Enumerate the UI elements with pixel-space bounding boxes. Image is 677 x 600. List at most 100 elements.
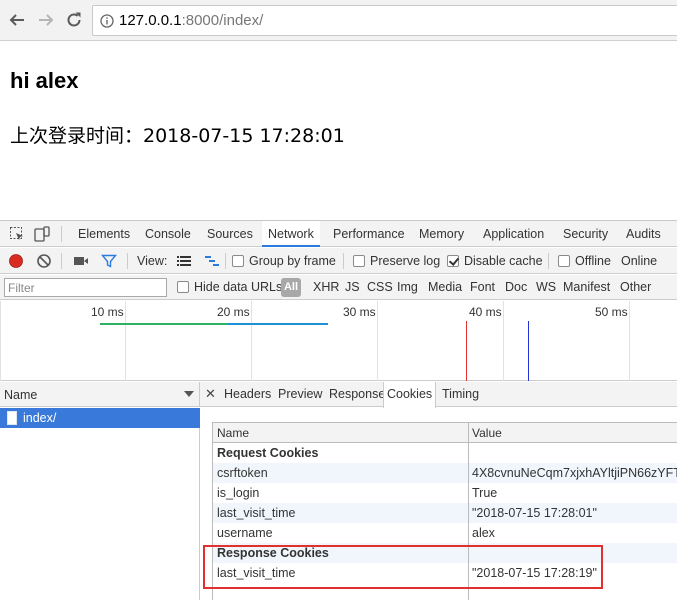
tab-cookies[interactable]: Cookies <box>383 382 437 408</box>
filter-doc[interactable]: Doc <box>505 280 527 294</box>
timeline-gridline <box>125 301 126 381</box>
toolbar-divider <box>343 253 344 269</box>
checkbox[interactable] <box>353 255 365 267</box>
hide-data-urls-checkbox[interactable]: Hide data URLs <box>177 280 282 294</box>
timeline-tick-label: 40 ms <box>469 305 502 319</box>
tab-elements[interactable]: Elements <box>78 221 130 247</box>
filter-js[interactable]: JS <box>345 280 360 294</box>
tab-security[interactable]: Security <box>563 221 608 247</box>
timeline-gridline <box>629 301 630 381</box>
value-column-header[interactable]: Value <box>472 426 677 440</box>
inspect-element-icon[interactable] <box>9 226 25 242</box>
tab-memory[interactable]: Memory <box>419 221 464 247</box>
reload-button[interactable] <box>64 10 84 30</box>
filter-all[interactable]: All <box>281 278 301 297</box>
offline-checkbox[interactable]: Offline <box>558 253 611 269</box>
cookie-name: username <box>217 526 273 540</box>
reload-icon <box>67 12 81 27</box>
filter-manifest[interactable]: Manifest <box>563 280 610 294</box>
request-cookies-group: Request Cookies <box>213 443 677 463</box>
timeline-gridline <box>251 301 252 381</box>
throttling-select[interactable]: Online <box>621 253 657 269</box>
timeline-domcontentloaded-marker <box>528 321 529 381</box>
tab-preview[interactable]: Preview <box>278 382 322 407</box>
waterfall-view-icon[interactable] <box>204 253 220 269</box>
checkbox[interactable] <box>177 281 189 293</box>
filter-ws[interactable]: WS <box>536 280 556 294</box>
tab-application[interactable]: Application <box>483 221 544 247</box>
tab-response[interactable]: Response <box>329 382 385 407</box>
tab-timing[interactable]: Timing <box>442 382 479 407</box>
tab-performance[interactable]: Performance <box>333 221 405 247</box>
devtools-tabbar: Elements Console Sources Network Perform… <box>0 221 677 247</box>
device-toolbar-icon[interactable] <box>34 226 50 242</box>
cookie-value: alex <box>472 526 495 540</box>
list-view-icon[interactable] <box>176 253 192 269</box>
disable-cache-checkbox[interactable]: Disable cache <box>447 253 543 269</box>
cookie-value: True <box>472 486 498 500</box>
request-name: index/ <box>23 411 57 425</box>
devtools-panel: Elements Console Sources Network Perform… <box>0 220 677 600</box>
group-by-frame-checkbox[interactable]: Group by frame <box>232 253 336 269</box>
url-text: 127.0.0.1:8000/index/ <box>119 12 264 29</box>
sort-down-icon <box>184 391 194 397</box>
preserve-log-checkbox[interactable]: Preserve log <box>353 253 440 269</box>
highlight-annotation-box <box>203 545 603 589</box>
tab-headers[interactable]: Headers <box>224 382 271 407</box>
arrow-left-icon <box>9 14 24 26</box>
group-label: Request Cookies <box>217 446 319 460</box>
filter-input[interactable] <box>4 278 167 297</box>
table-row[interactable]: is_login True <box>213 483 677 503</box>
requests-list <box>0 428 200 600</box>
video-camera-icon[interactable] <box>73 253 89 269</box>
request-detail-tabbar: ✕ Headers Preview Response Cookies Timin… <box>200 382 677 408</box>
checkbox[interactable] <box>232 255 244 267</box>
checkbox[interactable] <box>558 255 570 267</box>
document-icon <box>7 411 17 425</box>
network-toolbar: View: Group by frame Preserve log Disabl… <box>0 248 677 274</box>
timeline-tick-label: 30 ms <box>343 305 376 319</box>
forward-button[interactable] <box>36 10 56 30</box>
timeline-gridline <box>503 301 504 381</box>
cookie-value: 4X8cvnuNeCqm7xjxhAYltjiPN66zYFTq1E <box>472 466 677 480</box>
back-button[interactable] <box>7 10 27 30</box>
tab-sources[interactable]: Sources <box>207 221 253 247</box>
tab-console[interactable]: Console <box>145 221 191 247</box>
cookies-table-header: Name Value <box>213 423 677 443</box>
cookie-name: csrftoken <box>217 466 268 480</box>
table-row[interactable]: csrftoken 4X8cvnuNeCqm7xjxhAYltjiPN66zYF… <box>213 463 677 483</box>
network-filter-bar: Hide data URLs All XHR JS CSS Img Media … <box>0 275 677 300</box>
record-icon[interactable] <box>8 253 24 269</box>
table-row[interactable]: username alex <box>213 523 677 543</box>
column-divider <box>468 463 469 483</box>
toolbar-divider <box>127 253 128 269</box>
toolbar-divider <box>61 253 62 269</box>
request-row[interactable]: index/ <box>0 408 200 428</box>
name-column-header[interactable]: Name <box>217 426 467 440</box>
timeline-download-bar <box>228 323 328 325</box>
timeline-gridline <box>377 301 378 381</box>
filter-css[interactable]: CSS <box>367 280 393 294</box>
tab-audits[interactable]: Audits <box>626 221 661 247</box>
filter-img[interactable]: Img <box>397 280 418 294</box>
clear-icon[interactable] <box>36 253 52 269</box>
arrow-right-icon <box>39 14 54 26</box>
network-overview-timeline[interactable]: 10 ms 20 ms 30 ms 40 ms 50 ms <box>0 301 677 381</box>
filter-media[interactable]: Media <box>428 280 462 294</box>
filter-font[interactable]: Font <box>470 280 495 294</box>
last-login-text: 上次登录时间：2018-07-15 17:28:01 <box>10 125 345 147</box>
address-bar[interactable]: 127.0.0.1:8000/index/ <box>92 5 677 36</box>
filter-icon[interactable] <box>101 253 117 269</box>
table-row[interactable]: last_visit_time "2018-07-15 17:28:01" <box>213 503 677 523</box>
filter-other[interactable]: Other <box>620 280 651 294</box>
cookie-value: "2018-07-15 17:28:01" <box>472 506 597 520</box>
requests-column-header[interactable]: Name <box>0 382 200 407</box>
column-divider <box>468 523 469 543</box>
checkbox-checked[interactable] <box>447 255 459 267</box>
info-icon[interactable] <box>100 14 114 28</box>
tab-network[interactable]: Network <box>262 221 320 247</box>
filter-xhr[interactable]: XHR <box>313 280 339 294</box>
timeline-gridline <box>0 301 1 381</box>
page-heading: hi alex <box>10 68 79 93</box>
close-icon[interactable]: ✕ <box>205 386 216 402</box>
